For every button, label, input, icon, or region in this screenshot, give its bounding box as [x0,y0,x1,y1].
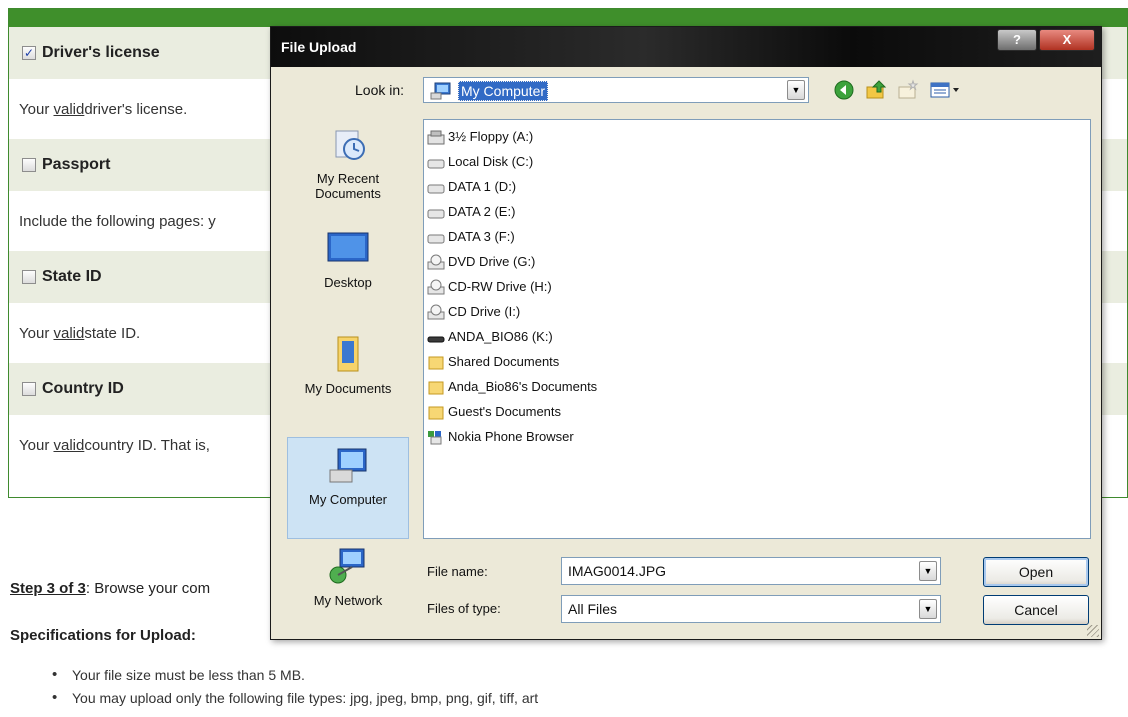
list-item[interactable]: Shared Documents [426,349,559,374]
resize-grip-icon[interactable] [1087,625,1099,637]
floppy-drive-icon [426,129,446,145]
list-item[interactable]: DVD Drive (G:) [426,249,535,274]
recent-documents-icon [324,125,372,165]
folder-icon [426,354,446,370]
list-item[interactable]: Local Disk (C:) [426,149,533,174]
hard-disk-icon [426,154,446,170]
file-name-value: IMAG0014.JPG [568,563,667,579]
hard-disk-icon [426,229,446,245]
file-list[interactable]: 3½ Floppy (A:) Local Disk (C:) DATA 1 (D… [423,119,1091,539]
back-icon[interactable] [833,79,855,101]
place-label: My Recent Documents [315,171,381,201]
place-my-recent-documents[interactable]: My Recent Documents [287,117,409,219]
place-my-documents[interactable]: My Documents [287,327,409,429]
list-item[interactable]: CD Drive (I:) [426,299,520,324]
look-in-dropdown[interactable]: My Computer ▼ [423,77,809,103]
cancel-button[interactable]: Cancel [983,595,1089,625]
file-name-field[interactable]: IMAG0014.JPG ▼ [561,557,941,585]
chevron-down-icon[interactable]: ▼ [919,599,937,619]
dialog-titlebar[interactable]: File Upload ? X [271,27,1101,67]
folder-icon [426,404,446,420]
hard-disk-icon [426,179,446,195]
folder-icon [426,379,446,395]
list-item[interactable]: CD-RW Drive (H:) [426,274,552,299]
removable-drive-icon [426,329,446,345]
chevron-down-icon[interactable]: ▼ [787,80,805,100]
list-item[interactable]: ANDA_BIO86 (K:) [426,324,553,349]
list-item: Your file size must be less than 5 MB. [52,666,538,690]
file-type-select[interactable]: All Files ▼ [561,595,941,623]
list-item[interactable]: DATA 3 (F:) [426,224,515,249]
list-item[interactable]: Guest's Documents [426,399,561,424]
drivers-license-label: Driver's license [42,44,160,61]
places-bar: My Recent Documents Desktop My Documents… [281,117,415,637]
place-my-network[interactable]: My Network [287,545,409,647]
country-id-label: Country ID [42,380,124,397]
navigation-toolbar [833,79,963,101]
list-item[interactable]: 3½ Floppy (A:) [426,124,533,149]
file-type-value: All Files [568,601,618,617]
look-in-value: My Computer [458,81,549,101]
look-in-label: Look in: [355,82,405,98]
drivers-license-checkbox[interactable]: ✓ [22,46,36,60]
list-item[interactable]: DATA 2 (E:) [426,199,515,224]
chevron-down-icon[interactable]: ▼ [919,561,937,581]
passport-description: Include the following pages: y [19,212,216,230]
step-instruction: Step 3 of 3: Browse your com [10,580,211,597]
dialog-title: File Upload [281,39,357,55]
valid-link: valid [53,100,85,118]
list-item: You may upload only the following file t… [52,689,538,713]
place-label: Desktop [324,275,372,290]
close-button[interactable]: X [1039,29,1095,51]
new-folder-icon[interactable] [897,79,919,101]
passport-checkbox[interactable] [22,158,36,172]
help-button[interactable]: ? [997,29,1037,51]
file-name-label: File name: [427,564,488,579]
place-my-computer[interactable]: My Computer [287,437,409,539]
list-item[interactable]: Nokia Phone Browser [426,424,574,449]
phone-browser-icon [426,429,446,445]
valid-link: valid [53,324,85,342]
state-id-checkbox[interactable] [22,270,36,284]
passport-label: Passport [42,156,111,173]
optical-drive-icon [426,254,446,270]
file-upload-dialog: File Upload ? X Look in: My Computer ▼ M… [270,26,1102,640]
my-network-icon [324,547,372,587]
optical-drive-icon [426,304,446,320]
my-documents-icon [324,335,372,375]
my-computer-icon [430,82,452,103]
state-id-label: State ID [42,268,102,285]
specifications-title: Specifications for Upload: [10,627,196,644]
optical-drive-icon [426,279,446,295]
file-type-label: Files of type: [427,601,501,616]
my-computer-icon [324,446,372,486]
views-menu-icon[interactable] [929,79,963,101]
specifications-list: Your file size must be less than 5 MB. Y… [52,666,538,713]
place-label: My Documents [304,381,392,396]
place-label: My Computer [308,492,388,507]
list-item[interactable]: Anda_Bio86's Documents [426,374,597,399]
hard-disk-icon [426,204,446,220]
up-folder-icon[interactable] [865,79,887,101]
country-id-checkbox[interactable] [22,382,36,396]
open-button[interactable]: Open [983,557,1089,587]
list-item[interactable]: DATA 1 (D:) [426,174,516,199]
desktop-icon [324,229,372,269]
place-label: My Network [313,593,383,608]
valid-link: valid [53,436,85,454]
panel-header-bar [9,9,1127,27]
place-desktop[interactable]: Desktop [287,221,409,323]
